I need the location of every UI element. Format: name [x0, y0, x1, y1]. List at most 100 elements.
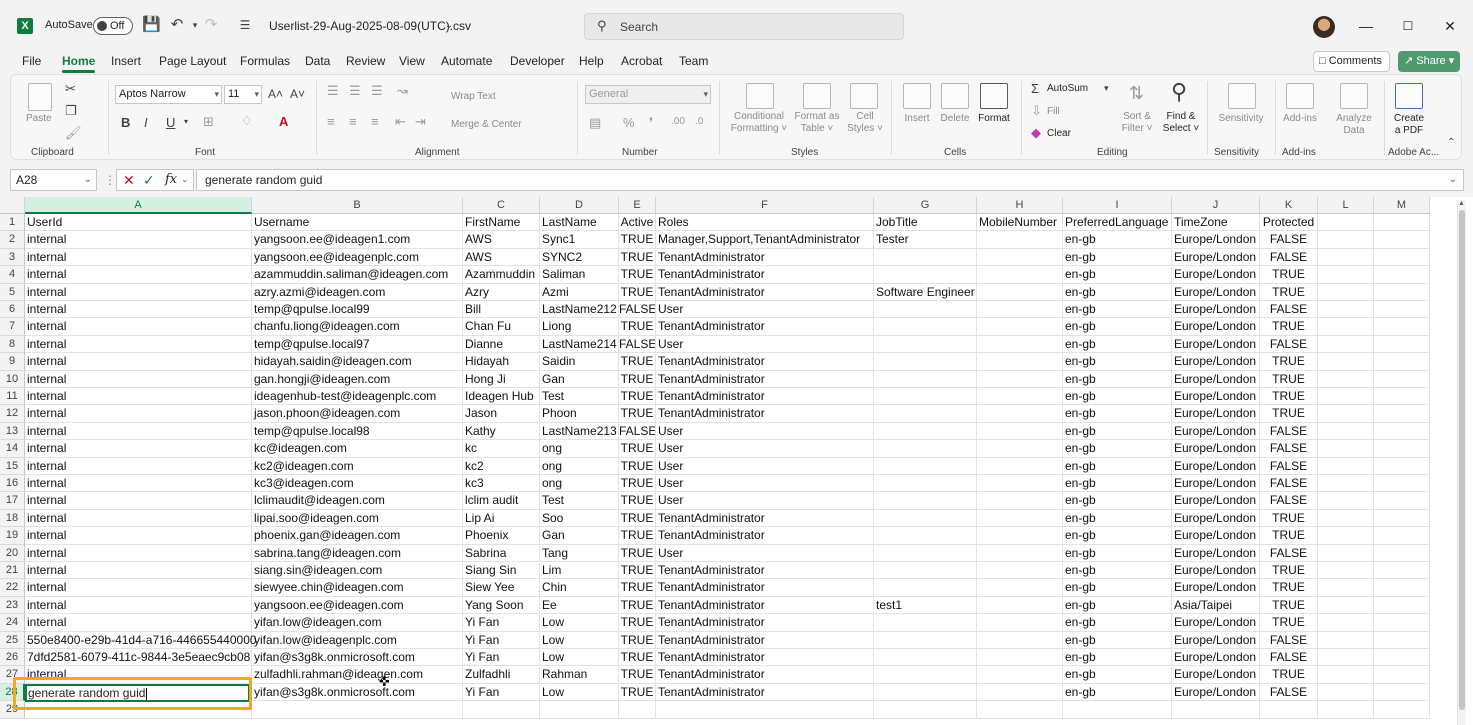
- table-cell[interactable]: [874, 631, 977, 649]
- table-cell[interactable]: Tang: [540, 544, 619, 562]
- table-cell[interactable]: TRUE: [619, 283, 656, 301]
- table-cell[interactable]: [1374, 388, 1430, 406]
- spreadsheet-grid[interactable]: generate random guid A B C D E F G H I J K L M 1 UserI…: [0, 197, 1473, 725]
- table-cell[interactable]: kc3: [463, 475, 540, 493]
- font-size-combo[interactable]: 11 ▾: [224, 85, 262, 104]
- table-cell[interactable]: Europe/London: [1172, 457, 1260, 475]
- table-cell[interactable]: internal: [25, 266, 252, 284]
- merge-center-button[interactable]: Merge & Center: [451, 119, 522, 131]
- conditional-formatting-button[interactable]: Conditional Formatting ˅: [729, 111, 789, 135]
- table-cell[interactable]: TenantAdministrator: [656, 248, 874, 267]
- table-cell[interactable]: [1374, 335, 1430, 354]
- fill-icon[interactable]: ⇩: [1031, 103, 1042, 119]
- table-cell[interactable]: [1374, 405, 1430, 423]
- table-cell[interactable]: TRUE: [619, 649, 656, 667]
- table-cell[interactable]: Europe/London: [1172, 422, 1260, 441]
- table-cell[interactable]: Saliman: [540, 266, 619, 284]
- table-cell[interactable]: Sabrina: [463, 544, 540, 562]
- table-cell[interactable]: kc2@ideagen.com: [252, 457, 463, 475]
- column-header-c[interactable]: C: [463, 197, 540, 214]
- table-cell[interactable]: Azry: [463, 283, 540, 301]
- table-cell[interactable]: FALSE: [1260, 683, 1318, 702]
- table-cell[interactable]: TRUE: [1260, 353, 1318, 371]
- clear-button[interactable]: Clear: [1047, 128, 1071, 140]
- table-cell[interactable]: [1374, 440, 1430, 458]
- table-cell[interactable]: [977, 614, 1063, 632]
- table-cell[interactable]: [977, 527, 1063, 545]
- table-cell[interactable]: en-gb: [1063, 509, 1172, 528]
- table-cell[interactable]: Yi Fan: [463, 614, 540, 632]
- table-cell[interactable]: temp@qpulse.local98: [252, 422, 463, 441]
- autosum-icon[interactable]: Σ: [1031, 81, 1039, 96]
- table-cell[interactable]: Lim: [540, 562, 619, 580]
- table-cell[interactable]: [977, 248, 1063, 267]
- tab-automate[interactable]: Automate: [441, 54, 492, 68]
- sensitivity-button[interactable]: Sensitivity: [1211, 113, 1271, 125]
- table-header-cell[interactable]: [1318, 214, 1374, 232]
- table-cell[interactable]: [874, 614, 977, 632]
- table-cell[interactable]: [874, 353, 977, 371]
- table-cell[interactable]: en-gb: [1063, 649, 1172, 667]
- table-cell[interactable]: en-gb: [1063, 457, 1172, 475]
- table-cell[interactable]: [1318, 666, 1374, 684]
- column-header-e[interactable]: E: [619, 197, 656, 214]
- table-cell[interactable]: Phoenix: [463, 527, 540, 545]
- chevron-down-icon[interactable]: ▾: [184, 117, 188, 126]
- table-cell[interactable]: TRUE: [1260, 509, 1318, 528]
- table-cell[interactable]: [977, 666, 1063, 684]
- table-cell[interactable]: FALSE: [1260, 301, 1318, 319]
- table-cell[interactable]: Low: [540, 649, 619, 667]
- table-cell[interactable]: siewyee.chin@ideagen.com: [252, 579, 463, 597]
- table-cell[interactable]: yifan.low@ideagen.com: [252, 614, 463, 632]
- table-cell[interactable]: lclimaudit@ideagen.com: [252, 492, 463, 510]
- table-cell[interactable]: Ideagen Hub: [463, 388, 540, 406]
- name-box[interactable]: A28 ⌄: [10, 169, 97, 191]
- insert-cells-button[interactable]: Insert: [899, 113, 935, 125]
- cancel-icon[interactable]: ✕: [123, 172, 135, 189]
- table-cell[interactable]: Sync1: [540, 231, 619, 249]
- table-cell[interactable]: azammuddin.saliman@ideagen.com: [252, 266, 463, 284]
- table-cell[interactable]: internal: [25, 318, 252, 336]
- table-cell[interactable]: [977, 231, 1063, 249]
- table-cell[interactable]: [1374, 701, 1430, 719]
- table-cell[interactable]: Europe/London: [1172, 631, 1260, 649]
- table-cell[interactable]: FALSE: [1260, 335, 1318, 354]
- table-cell[interactable]: en-gb: [1063, 301, 1172, 319]
- table-cell[interactable]: TRUE: [1260, 562, 1318, 580]
- table-cell[interactable]: TenantAdministrator: [656, 353, 874, 371]
- table-cell[interactable]: [1374, 579, 1430, 597]
- vertical-scrollbar[interactable]: ▲: [1457, 200, 1466, 725]
- table-cell[interactable]: [656, 701, 874, 719]
- table-cell[interactable]: TRUE: [619, 596, 656, 615]
- table-cell[interactable]: Bill: [463, 301, 540, 319]
- table-cell[interactable]: Europe/London: [1172, 301, 1260, 319]
- decrease-decimal-icon[interactable]: .0: [695, 116, 703, 127]
- table-cell[interactable]: TRUE: [1260, 370, 1318, 388]
- table-cell[interactable]: User: [656, 475, 874, 493]
- table-cell[interactable]: [977, 370, 1063, 388]
- table-cell[interactable]: internal: [25, 335, 252, 354]
- table-cell[interactable]: siang.sin@ideagen.com: [252, 562, 463, 580]
- fill-button[interactable]: Fill: [1047, 106, 1060, 118]
- table-cell[interactable]: [1374, 457, 1430, 475]
- table-cell[interactable]: TenantAdministrator: [656, 283, 874, 301]
- table-cell[interactable]: [1318, 335, 1374, 354]
- table-cell[interactable]: Test: [540, 388, 619, 406]
- table-cell[interactable]: Europe/London: [1172, 248, 1260, 267]
- table-cell[interactable]: [1318, 683, 1374, 702]
- table-cell[interactable]: Liong: [540, 318, 619, 336]
- table-cell[interactable]: [1374, 614, 1430, 632]
- table-cell[interactable]: [1318, 596, 1374, 615]
- avatar[interactable]: [1313, 16, 1335, 38]
- row-header[interactable]: 16: [0, 475, 25, 493]
- table-cell[interactable]: Europe/London: [1172, 266, 1260, 284]
- table-cell[interactable]: en-gb: [1063, 422, 1172, 441]
- table-cell[interactable]: FALSE: [1260, 631, 1318, 649]
- table-cell[interactable]: FALSE: [1260, 457, 1318, 475]
- table-cell[interactable]: Phoon: [540, 405, 619, 423]
- table-cell[interactable]: Europe/London: [1172, 544, 1260, 562]
- table-header-cell[interactable]: MobileNumber: [977, 214, 1063, 232]
- table-cell[interactable]: en-gb: [1063, 562, 1172, 580]
- table-cell[interactable]: Software Engineer: [874, 283, 977, 301]
- table-cell[interactable]: TRUE: [619, 231, 656, 249]
